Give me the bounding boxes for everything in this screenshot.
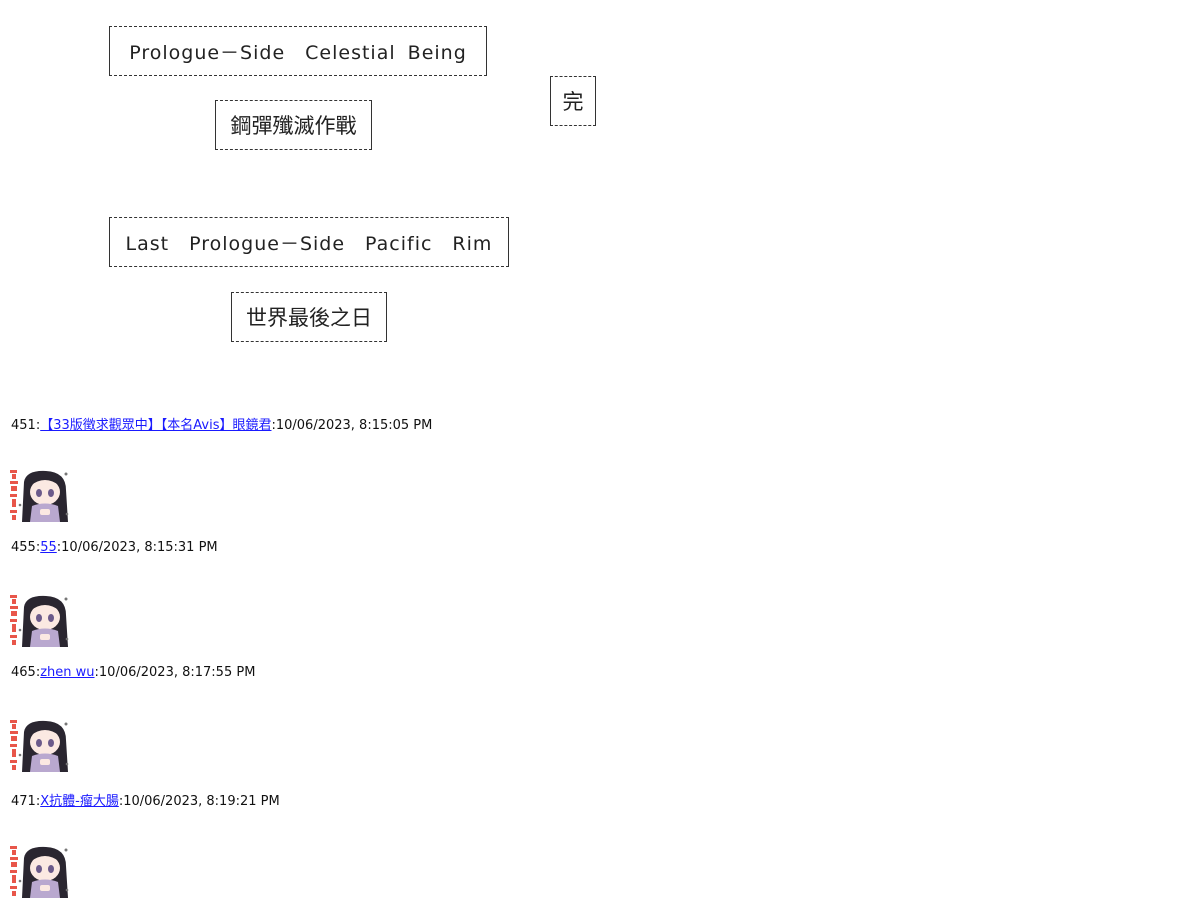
last-prologue-subtitle: 世界最後之日 — [246, 306, 372, 330]
chibi-girl-sticker-icon — [10, 846, 69, 898]
post-header: 471:X抗體-瘤大腸:10/06/2023, 8:19:21 PM — [11, 790, 280, 809]
chibi-girl-sticker-icon — [10, 720, 69, 772]
post-author-link[interactable]: zhen wu — [40, 665, 94, 680]
post-header: 451:【33版徵求觀眾中】【本名Avis】眼鏡君:10/06/2023, 8:… — [11, 414, 432, 433]
prologue-title: Prologue－Side Celestial Being — [129, 41, 467, 64]
post-author-link[interactable]: X抗體-瘤大腸 — [40, 794, 119, 809]
post-number: 455 — [11, 540, 36, 555]
post-timestamp: :10/06/2023, 8:17:55 PM — [94, 665, 256, 680]
post-number: 465 — [11, 665, 36, 680]
last-prologue-subtitle-box: 世界最後之日 — [231, 292, 387, 342]
prologue-subtitle: 鋼彈殲滅作戰 — [230, 114, 357, 138]
post-author-link[interactable]: 55 — [40, 540, 57, 555]
chibi-girl-sticker-icon — [10, 595, 69, 647]
last-prologue-title-box: Last Prologue－Side Pacific Rim — [109, 217, 509, 267]
end-mark: 完 — [562, 90, 584, 114]
post-header: 455:55:10/06/2023, 8:15:31 PM — [11, 540, 218, 555]
post-header: 465:zhen wu:10/06/2023, 8:17:55 PM — [11, 665, 255, 680]
post-timestamp: :10/06/2023, 8:15:05 PM — [271, 418, 433, 433]
post-timestamp: :10/06/2023, 8:19:21 PM — [118, 794, 280, 809]
chibi-girl-sticker-icon — [10, 470, 69, 522]
post-number: 471 — [11, 794, 36, 809]
post-author-link[interactable]: 【33版徵求觀眾中】【本名Avis】眼鏡君 — [40, 418, 271, 433]
end-mark-box: 完 — [550, 76, 596, 126]
post-number: 451 — [11, 418, 36, 433]
prologue-subtitle-box: 鋼彈殲滅作戰 — [215, 100, 372, 150]
prologue-title-box: Prologue－Side Celestial Being — [109, 26, 487, 76]
post-timestamp: :10/06/2023, 8:15:31 PM — [56, 540, 218, 555]
last-prologue-title: Last Prologue－Side Pacific Rim — [125, 232, 493, 255]
